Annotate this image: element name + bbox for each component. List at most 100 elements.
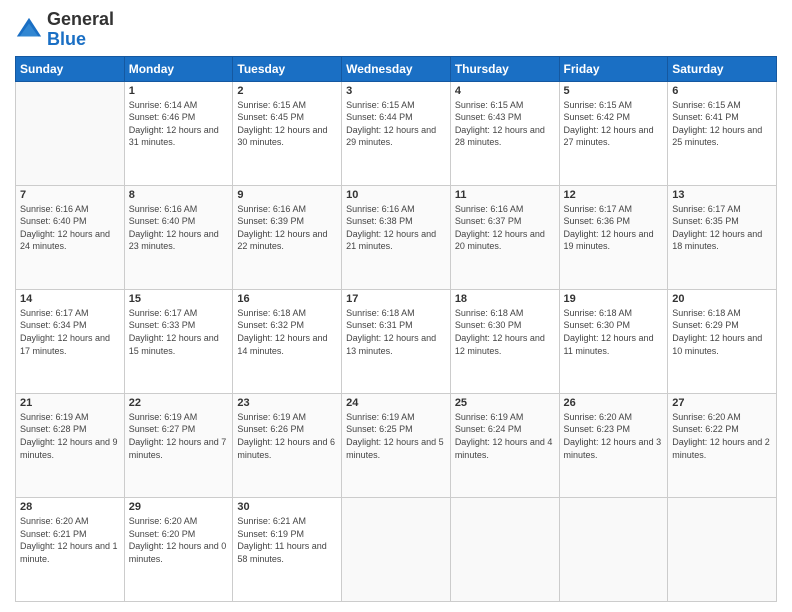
day-info: Sunrise: 6:19 AMSunset: 6:26 PMDaylight:… [237, 411, 337, 461]
day-number: 14 [20, 293, 120, 305]
day-cell: 30 Sunrise: 6:21 AMSunset: 6:19 PMDayligh… [233, 497, 342, 601]
calendar-table: SundayMondayTuesdayWednesdayThursdayFrid… [15, 56, 777, 602]
day-number: 3 [346, 85, 446, 97]
day-info: Sunrise: 6:19 AMSunset: 6:28 PMDaylight:… [20, 411, 120, 461]
day-cell: 9 Sunrise: 6:16 AMSunset: 6:39 PMDaylight… [233, 185, 342, 289]
day-cell: 14Sunrise: 6:17 AMSunset: 6:34 PMDayligh… [16, 289, 125, 393]
day-info: Sunrise: 6:15 AMSunset: 6:45 PMDaylight:… [237, 99, 337, 149]
day-info: Sunrise: 6:21 AMSunset: 6:19 PMDaylight:… [237, 515, 337, 565]
day-cell: 11 Sunrise: 6:16 AMSunset: 6:37 PMDayligh… [450, 185, 559, 289]
day-number: 27 [672, 397, 772, 409]
day-number: 19 [564, 293, 664, 305]
day-cell: 2 Sunrise: 6:15 AMSunset: 6:45 PMDaylight… [233, 81, 342, 185]
day-info: Sunrise: 6:17 AMSunset: 6:36 PMDaylight:… [564, 203, 664, 253]
day-cell: 28 Sunrise: 6:20 AMSunset: 6:21 PMDayligh… [16, 497, 125, 601]
day-cell: 27Sunrise: 6:20 AMSunset: 6:22 PMDayligh… [668, 393, 777, 497]
day-cell: 20 Sunrise: 6:18 AMSunset: 6:29 PMDayligh… [668, 289, 777, 393]
day-info: Sunrise: 6:15 AMSunset: 6:43 PMDaylight:… [455, 99, 555, 149]
day-info: Sunrise: 6:15 AMSunset: 6:44 PMDaylight:… [346, 99, 446, 149]
day-number: 24 [346, 397, 446, 409]
page: General Blue SundayMondayTuesdayWednesda… [0, 0, 792, 612]
day-number: 12 [564, 189, 664, 201]
day-info: Sunrise: 6:19 AMSunset: 6:27 PMDaylight:… [129, 411, 229, 461]
day-cell: 12 Sunrise: 6:17 AMSunset: 6:36 PMDayligh… [559, 185, 668, 289]
day-info: Sunrise: 6:18 AMSunset: 6:30 PMDaylight:… [455, 307, 555, 357]
day-cell: 29Sunrise: 6:20 AMSunset: 6:20 PMDayligh… [124, 497, 233, 601]
day-header-monday: Monday [124, 56, 233, 81]
day-cell [16, 81, 125, 185]
day-cell: 18 Sunrise: 6:18 AMSunset: 6:30 PMDayligh… [450, 289, 559, 393]
day-number: 30 [237, 501, 337, 513]
day-number: 11 [455, 189, 555, 201]
day-cell: 21 Sunrise: 6:19 AMSunset: 6:28 PMDayligh… [16, 393, 125, 497]
day-number: 7 [20, 189, 120, 201]
day-number: 18 [455, 293, 555, 305]
logo-text: General Blue [47, 10, 114, 50]
day-cell: 23 Sunrise: 6:19 AMSunset: 6:26 PMDayligh… [233, 393, 342, 497]
day-number: 5 [564, 85, 664, 97]
day-info: Sunrise: 6:16 AMSunset: 6:39 PMDaylight:… [237, 203, 337, 253]
day-number: 25 [455, 397, 555, 409]
day-info: Sunrise: 6:18 AMSunset: 6:31 PMDaylight:… [346, 307, 446, 357]
day-cell: 5 Sunrise: 6:15 AMSunset: 6:42 PMDaylight… [559, 81, 668, 185]
day-cell: 25 Sunrise: 6:19 AMSunset: 6:24 PMDayligh… [450, 393, 559, 497]
week-row-2: 7 Sunrise: 6:16 AMSunset: 6:40 PMDaylight… [16, 185, 777, 289]
day-cell: 3 Sunrise: 6:15 AMSunset: 6:44 PMDaylight… [342, 81, 451, 185]
day-cell: 16 Sunrise: 6:18 AMSunset: 6:32 PMDayligh… [233, 289, 342, 393]
day-cell [450, 497, 559, 601]
day-header-sunday: Sunday [16, 56, 125, 81]
day-cell: 6 Sunrise: 6:15 AMSunset: 6:41 PMDaylight… [668, 81, 777, 185]
day-cell: 24 Sunrise: 6:19 AMSunset: 6:25 PMDayligh… [342, 393, 451, 497]
day-info: Sunrise: 6:18 AMSunset: 6:29 PMDaylight:… [672, 307, 772, 357]
day-cell [342, 497, 451, 601]
day-info: Sunrise: 6:15 AMSunset: 6:42 PMDaylight:… [564, 99, 664, 149]
days-header-row: SundayMondayTuesdayWednesdayThursdayFrid… [16, 56, 777, 81]
day-cell: 17 Sunrise: 6:18 AMSunset: 6:31 PMDayligh… [342, 289, 451, 393]
day-number: 1 [129, 85, 229, 97]
day-cell: 4Sunrise: 6:15 AMSunset: 6:43 PMDaylight… [450, 81, 559, 185]
day-info: Sunrise: 6:15 AMSunset: 6:41 PMDaylight:… [672, 99, 772, 149]
week-row-1: 1 Sunrise: 6:14 AMSunset: 6:46 PMDaylight… [16, 81, 777, 185]
day-info: Sunrise: 6:19 AMSunset: 6:24 PMDaylight:… [455, 411, 555, 461]
day-number: 17 [346, 293, 446, 305]
day-number: 22 [129, 397, 229, 409]
day-number: 10 [346, 189, 446, 201]
day-cell: 10 Sunrise: 6:16 AMSunset: 6:38 PMDayligh… [342, 185, 451, 289]
day-cell [668, 497, 777, 601]
day-cell: 13 Sunrise: 6:17 AMSunset: 6:35 PMDayligh… [668, 185, 777, 289]
day-number: 13 [672, 189, 772, 201]
day-info: Sunrise: 6:16 AMSunset: 6:37 PMDaylight:… [455, 203, 555, 253]
day-info: Sunrise: 6:17 AMSunset: 6:33 PMDaylight:… [129, 307, 229, 357]
day-info: Sunrise: 6:17 AMSunset: 6:35 PMDaylight:… [672, 203, 772, 253]
header: General Blue [15, 10, 777, 50]
week-row-4: 21 Sunrise: 6:19 AMSunset: 6:28 PMDayligh… [16, 393, 777, 497]
day-header-thursday: Thursday [450, 56, 559, 81]
logo-icon [15, 16, 43, 44]
day-info: Sunrise: 6:19 AMSunset: 6:25 PMDaylight:… [346, 411, 446, 461]
day-info: Sunrise: 6:18 AMSunset: 6:30 PMDaylight:… [564, 307, 664, 357]
day-number: 28 [20, 501, 120, 513]
week-row-5: 28 Sunrise: 6:20 AMSunset: 6:21 PMDayligh… [16, 497, 777, 601]
day-number: 21 [20, 397, 120, 409]
day-cell: 7 Sunrise: 6:16 AMSunset: 6:40 PMDaylight… [16, 185, 125, 289]
day-number: 2 [237, 85, 337, 97]
day-info: Sunrise: 6:20 AMSunset: 6:20 PMDaylight:… [129, 515, 229, 565]
day-cell: 1 Sunrise: 6:14 AMSunset: 6:46 PMDaylight… [124, 81, 233, 185]
day-number: 9 [237, 189, 337, 201]
day-info: Sunrise: 6:20 AMSunset: 6:21 PMDaylight:… [20, 515, 120, 565]
day-info: Sunrise: 6:16 AMSunset: 6:38 PMDaylight:… [346, 203, 446, 253]
day-info: Sunrise: 6:18 AMSunset: 6:32 PMDaylight:… [237, 307, 337, 357]
day-info: Sunrise: 6:16 AMSunset: 6:40 PMDaylight:… [129, 203, 229, 253]
day-cell: 22 Sunrise: 6:19 AMSunset: 6:27 PMDayligh… [124, 393, 233, 497]
day-number: 16 [237, 293, 337, 305]
day-number: 26 [564, 397, 664, 409]
day-number: 6 [672, 85, 772, 97]
day-number: 20 [672, 293, 772, 305]
day-header-saturday: Saturday [668, 56, 777, 81]
day-info: Sunrise: 6:16 AMSunset: 6:40 PMDaylight:… [20, 203, 120, 253]
day-info: Sunrise: 6:14 AMSunset: 6:46 PMDaylight:… [129, 99, 229, 149]
day-number: 23 [237, 397, 337, 409]
day-cell: 19 Sunrise: 6:18 AMSunset: 6:30 PMDayligh… [559, 289, 668, 393]
day-header-friday: Friday [559, 56, 668, 81]
week-row-3: 14Sunrise: 6:17 AMSunset: 6:34 PMDayligh… [16, 289, 777, 393]
